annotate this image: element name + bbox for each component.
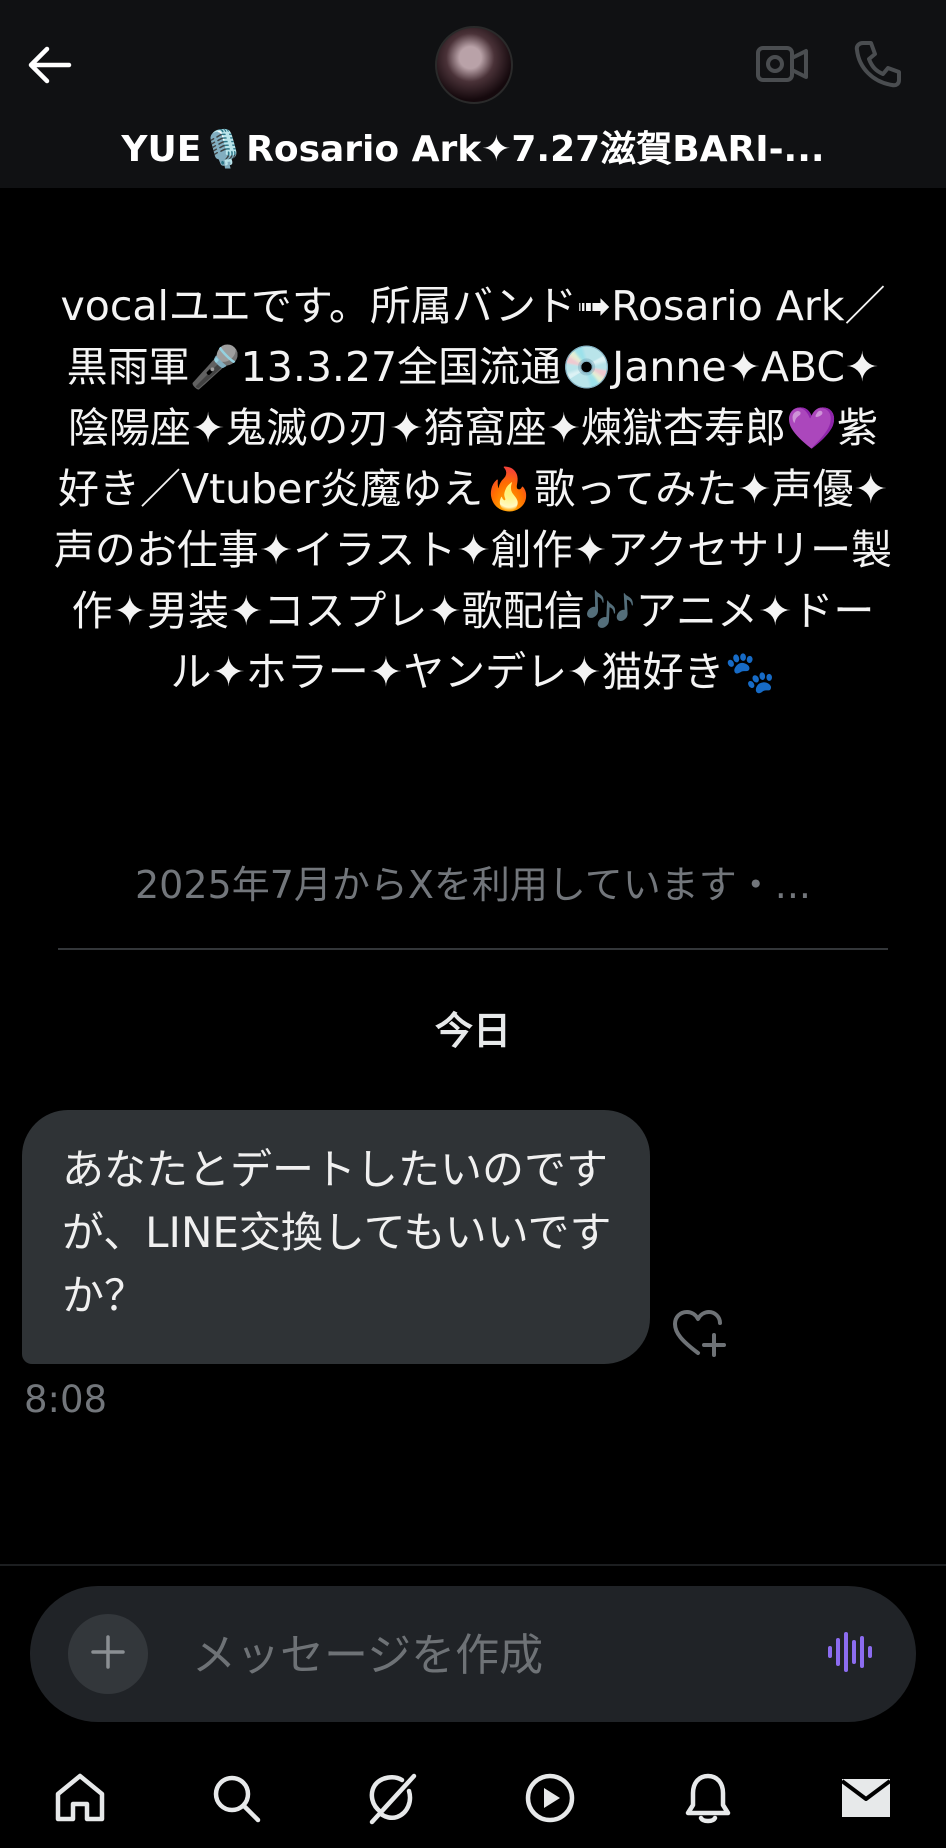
profile-joined: 2025年7月からXを利用しています・... [134, 863, 811, 907]
react-button[interactable] [670, 1308, 730, 1364]
video-camera-icon [755, 42, 809, 90]
bell-icon [683, 1771, 733, 1829]
message-bubble[interactable]: あなたとデートしたいのですが、LINE交換してもいいですか？ [22, 1110, 650, 1364]
nav-video[interactable] [520, 1770, 580, 1830]
voice-call-button[interactable] [848, 38, 908, 94]
divider [0, 1564, 946, 1566]
message-composer [30, 1586, 916, 1722]
voice-wave-icon [826, 1630, 874, 1678]
avatar[interactable] [435, 26, 513, 104]
video-call-button[interactable] [752, 38, 812, 94]
divider [58, 948, 888, 950]
arrow-left-icon [25, 45, 73, 89]
add-media-button[interactable] [68, 1614, 148, 1694]
heart-plus-icon [672, 1309, 728, 1363]
nav-search[interactable] [206, 1770, 266, 1830]
phone-icon [853, 39, 903, 93]
chat-title[interactable]: YUE🎙️Rosario Ark✦7.27滋賀BARI-... [40, 120, 906, 172]
mail-icon [839, 1775, 893, 1825]
chat-header: YUE🎙️Rosario Ark✦7.27滋賀BARI-... [0, 0, 946, 188]
date-separator: 今日 [434, 1009, 511, 1053]
grok-icon [364, 1770, 420, 1830]
bottom-nav [0, 1744, 946, 1848]
profile-bio: vocalユエです。所属バンド➟Rosario Ark／黒雨軍🎤13.3.27全… [53, 282, 893, 696]
back-button[interactable] [22, 40, 76, 94]
message-timestamp: 8:08 [24, 1378, 108, 1421]
nav-messages[interactable] [836, 1770, 896, 1830]
home-icon [53, 1772, 107, 1828]
nav-notifications[interactable] [678, 1770, 738, 1830]
message-input[interactable] [190, 1616, 794, 1694]
nav-home[interactable] [50, 1770, 110, 1830]
play-icon [523, 1771, 577, 1829]
plus-icon [90, 1634, 126, 1674]
voice-message-button[interactable] [820, 1624, 880, 1684]
nav-grok[interactable] [362, 1770, 422, 1830]
search-icon [210, 1772, 262, 1828]
